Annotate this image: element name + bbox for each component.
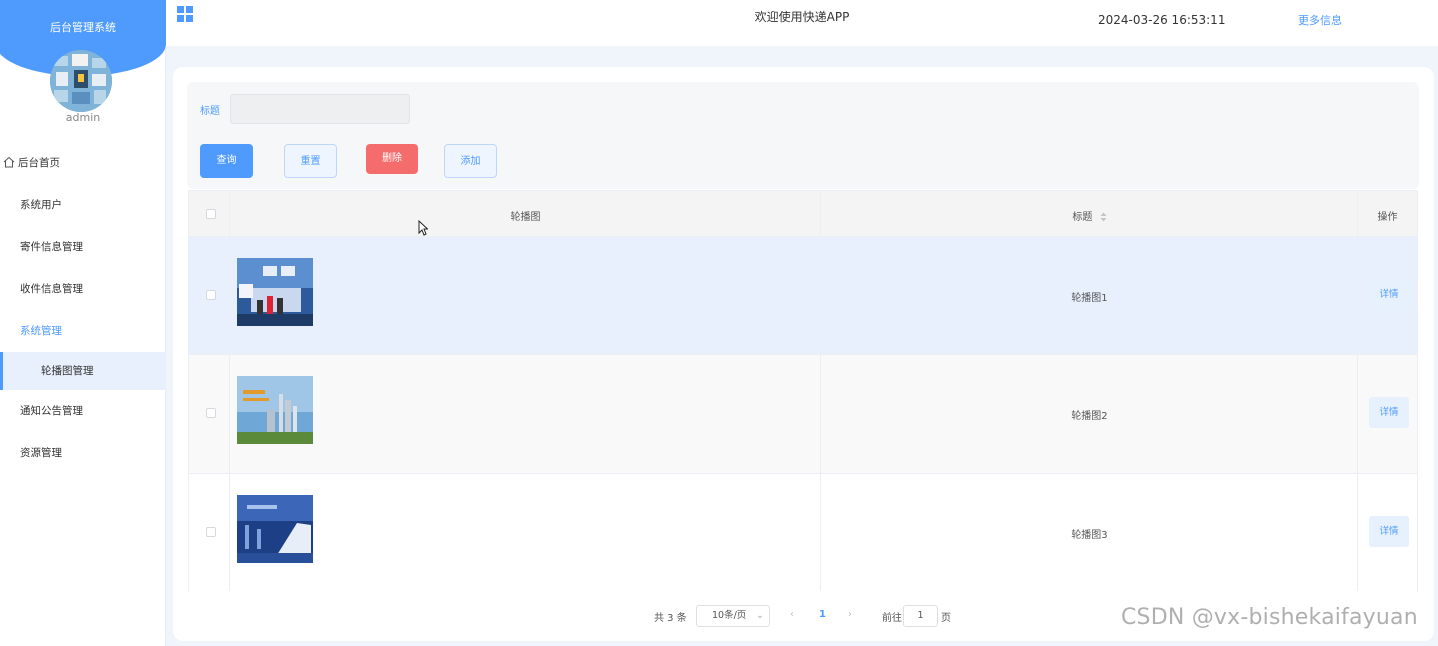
sidebar-item-home[interactable]: 后台首页 (0, 142, 166, 184)
sidebar-item-receive-info[interactable]: 收件信息管理 (0, 268, 166, 310)
page-size-select[interactable]: 10条/页 ⌄ (696, 605, 770, 627)
table-row: 轮播图2 详情 (189, 355, 1417, 474)
row-title: 轮播图1 (1071, 293, 1108, 304)
sidebar-item-label: 资源管理 (20, 447, 62, 459)
column-header-title[interactable]: 标题 (821, 208, 1358, 223)
goto-label: 前往 (882, 613, 902, 624)
next-page-icon[interactable]: › (848, 609, 852, 631)
carousel-table: 轮播图 标题 操作 轮播图1 详情 轮播图2 详情 轮播图3 详情 (188, 190, 1418, 592)
username: admin (65, 111, 101, 124)
sidebar-item-system-management[interactable]: 系统管理 (0, 310, 166, 352)
chevron-down-icon: ⌄ (756, 610, 764, 621)
row-title: 轮播图3 (1071, 530, 1108, 541)
sidebar-title: 后台管理系统 (50, 21, 116, 34)
carousel-thumbnail[interactable] (237, 376, 313, 444)
column-header-image: 轮播图 (510, 212, 541, 223)
page-unit-label: 页 (941, 613, 951, 624)
sidebar-item-resource-management[interactable]: 资源管理 (0, 432, 166, 474)
detail-button[interactable]: 详情 (1369, 516, 1409, 547)
column-header-actions: 操作 (1377, 212, 1398, 223)
query-button[interactable]: 查询 (200, 144, 253, 178)
reset-button[interactable]: 重置 (284, 144, 337, 178)
row-checkbox[interactable] (206, 408, 216, 418)
sidebar-item-send-info[interactable]: 寄件信息管理 (0, 226, 166, 268)
more-info-link[interactable]: 更多信息 (1298, 12, 1342, 28)
column-divider (820, 191, 821, 591)
sidebar-item-label: 收件信息管理 (20, 283, 83, 295)
table-header-row: 轮播图 标题 操作 (189, 191, 1417, 237)
add-button[interactable]: 添加 (444, 144, 497, 178)
row-checkbox[interactable] (206, 290, 216, 300)
watermark: CSDN @vx-bishekaifayuan (1121, 605, 1418, 630)
sidebar: 后台管理系统 admin 后台首页 系统用户 寄件信息管理 收件信息管理 系统管… (0, 0, 166, 646)
sidebar-item-label: 轮播图管理 (41, 365, 94, 377)
row-title: 轮播图2 (1071, 411, 1108, 422)
sidebar-item-label: 系统用户 (20, 199, 62, 211)
sidebar-item-system-users[interactable]: 系统用户 (0, 184, 166, 226)
top-bar: 欢迎使用快递APP 2024-03-26 16:53:11 更多信息 (166, 0, 1438, 46)
column-divider (1357, 191, 1358, 591)
select-all-checkbox[interactable] (206, 209, 216, 219)
prev-page-icon[interactable]: ‹ (790, 609, 794, 631)
carousel-thumbnail[interactable] (237, 258, 313, 326)
detail-button[interactable]: 详情 (1369, 397, 1409, 428)
goto-page-input[interactable]: 1 (903, 605, 938, 627)
datetime-display: 2024-03-26 16:53:11 (1098, 13, 1226, 27)
page-size-value: 10条/页 (712, 610, 747, 621)
avatar[interactable] (50, 50, 112, 112)
title-filter-input[interactable] (230, 94, 410, 124)
row-checkbox[interactable] (206, 527, 216, 537)
sidebar-menu: 后台首页 系统用户 寄件信息管理 收件信息管理 系统管理 轮播图管理 通知公告管… (0, 142, 166, 474)
page-number-current[interactable]: 1 (819, 609, 826, 631)
title-filter-label: 标题 (200, 106, 220, 117)
sidebar-item-label: 寄件信息管理 (20, 241, 83, 253)
sidebar-item-label: 系统管理 (20, 325, 62, 337)
column-divider (229, 191, 230, 591)
table-row: 轮播图1 详情 (189, 237, 1417, 355)
sidebar-item-notice-management[interactable]: 通知公告管理 (0, 390, 166, 432)
mouse-cursor-icon (418, 220, 428, 236)
delete-button[interactable]: 删除 (366, 144, 418, 174)
sidebar-item-carousel-management[interactable]: 轮播图管理 (0, 352, 166, 390)
sidebar-item-label: 通知公告管理 (20, 405, 83, 417)
table-row: 轮播图3 详情 (189, 474, 1417, 592)
column-header-title-label: 标题 (1072, 212, 1093, 223)
sort-icon[interactable] (1100, 212, 1107, 222)
sidebar-item-label: 后台首页 (18, 157, 60, 169)
detail-button[interactable]: 详情 (1369, 279, 1409, 310)
home-icon (3, 156, 15, 168)
pagination-total: 共 3 条 (654, 613, 687, 624)
welcome-text: 欢迎使用快递APP (754, 10, 850, 24)
carousel-thumbnail[interactable] (237, 495, 313, 563)
